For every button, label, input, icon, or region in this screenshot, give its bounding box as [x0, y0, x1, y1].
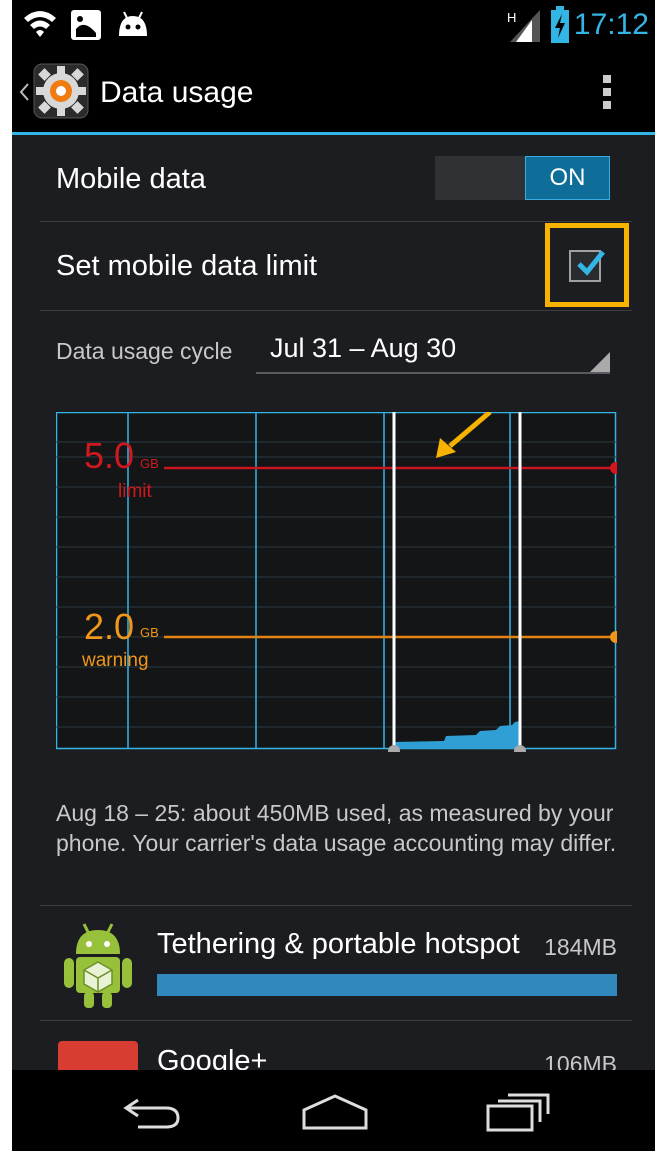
- overflow-menu-icon[interactable]: [600, 74, 614, 110]
- settings-gear-icon: [33, 63, 89, 119]
- set-data-limit-label: Set mobile data limit: [56, 250, 318, 282]
- clock: 17:12: [573, 8, 649, 41]
- limit-unit: GB: [140, 456, 159, 471]
- android-icon: [119, 11, 147, 36]
- mobile-data-toggle[interactable]: ON: [435, 156, 610, 200]
- app-name: Tethering & portable hotspot: [157, 928, 520, 960]
- app-usage-bar: [157, 974, 617, 996]
- page-title: Data usage: [100, 76, 254, 109]
- back-icon[interactable]: [122, 1094, 186, 1130]
- list-item-tethering[interactable]: Tethering & portable hotspot 184MB: [12, 906, 655, 1020]
- home-icon[interactable]: [300, 1092, 370, 1132]
- app-size: 184MB: [544, 934, 617, 960]
- usage-summary: Aug 18 – 25: about 450MB used, as measur…: [56, 800, 617, 856]
- status-bar: H 17:12: [12, 0, 655, 50]
- checkbox-highlight-box: [545, 223, 629, 307]
- wifi-icon: [24, 11, 56, 37]
- spinner-arrow-icon: [590, 352, 610, 372]
- android-tethering-icon: [64, 923, 132, 1008]
- cycle-value: Jul 31 – Aug 30: [270, 333, 457, 363]
- usage-chart: 5.0 GB limit 2.0 GB warning: [56, 412, 617, 752]
- warning-value: 2.0: [84, 606, 134, 647]
- back-chevron-icon: [19, 83, 29, 101]
- navigation-bar: [12, 1070, 655, 1151]
- toggle-on-label: ON: [525, 156, 610, 200]
- svg-text:H: H: [507, 10, 516, 25]
- divider: [40, 310, 632, 311]
- limit-value: 5.0: [84, 435, 134, 476]
- battery-icon: [551, 6, 569, 43]
- limit-label: limit: [118, 481, 152, 502]
- screen: H 17:12 Data usage Mobile data ON Set mo…: [12, 0, 655, 1151]
- recent-apps-icon[interactable]: [486, 1092, 552, 1132]
- up-navigation-button[interactable]: [16, 60, 96, 122]
- signal-icon: H: [507, 10, 540, 42]
- cycle-spinner[interactable]: Jul 31 – Aug 30: [256, 330, 610, 374]
- warning-label: warning: [81, 650, 149, 671]
- cycle-label: Data usage cycle: [56, 338, 233, 364]
- debug-icon: [71, 10, 101, 40]
- action-bar: Data usage: [12, 50, 655, 135]
- mobile-data-label: Mobile data: [56, 163, 206, 195]
- warning-unit: GB: [140, 625, 159, 640]
